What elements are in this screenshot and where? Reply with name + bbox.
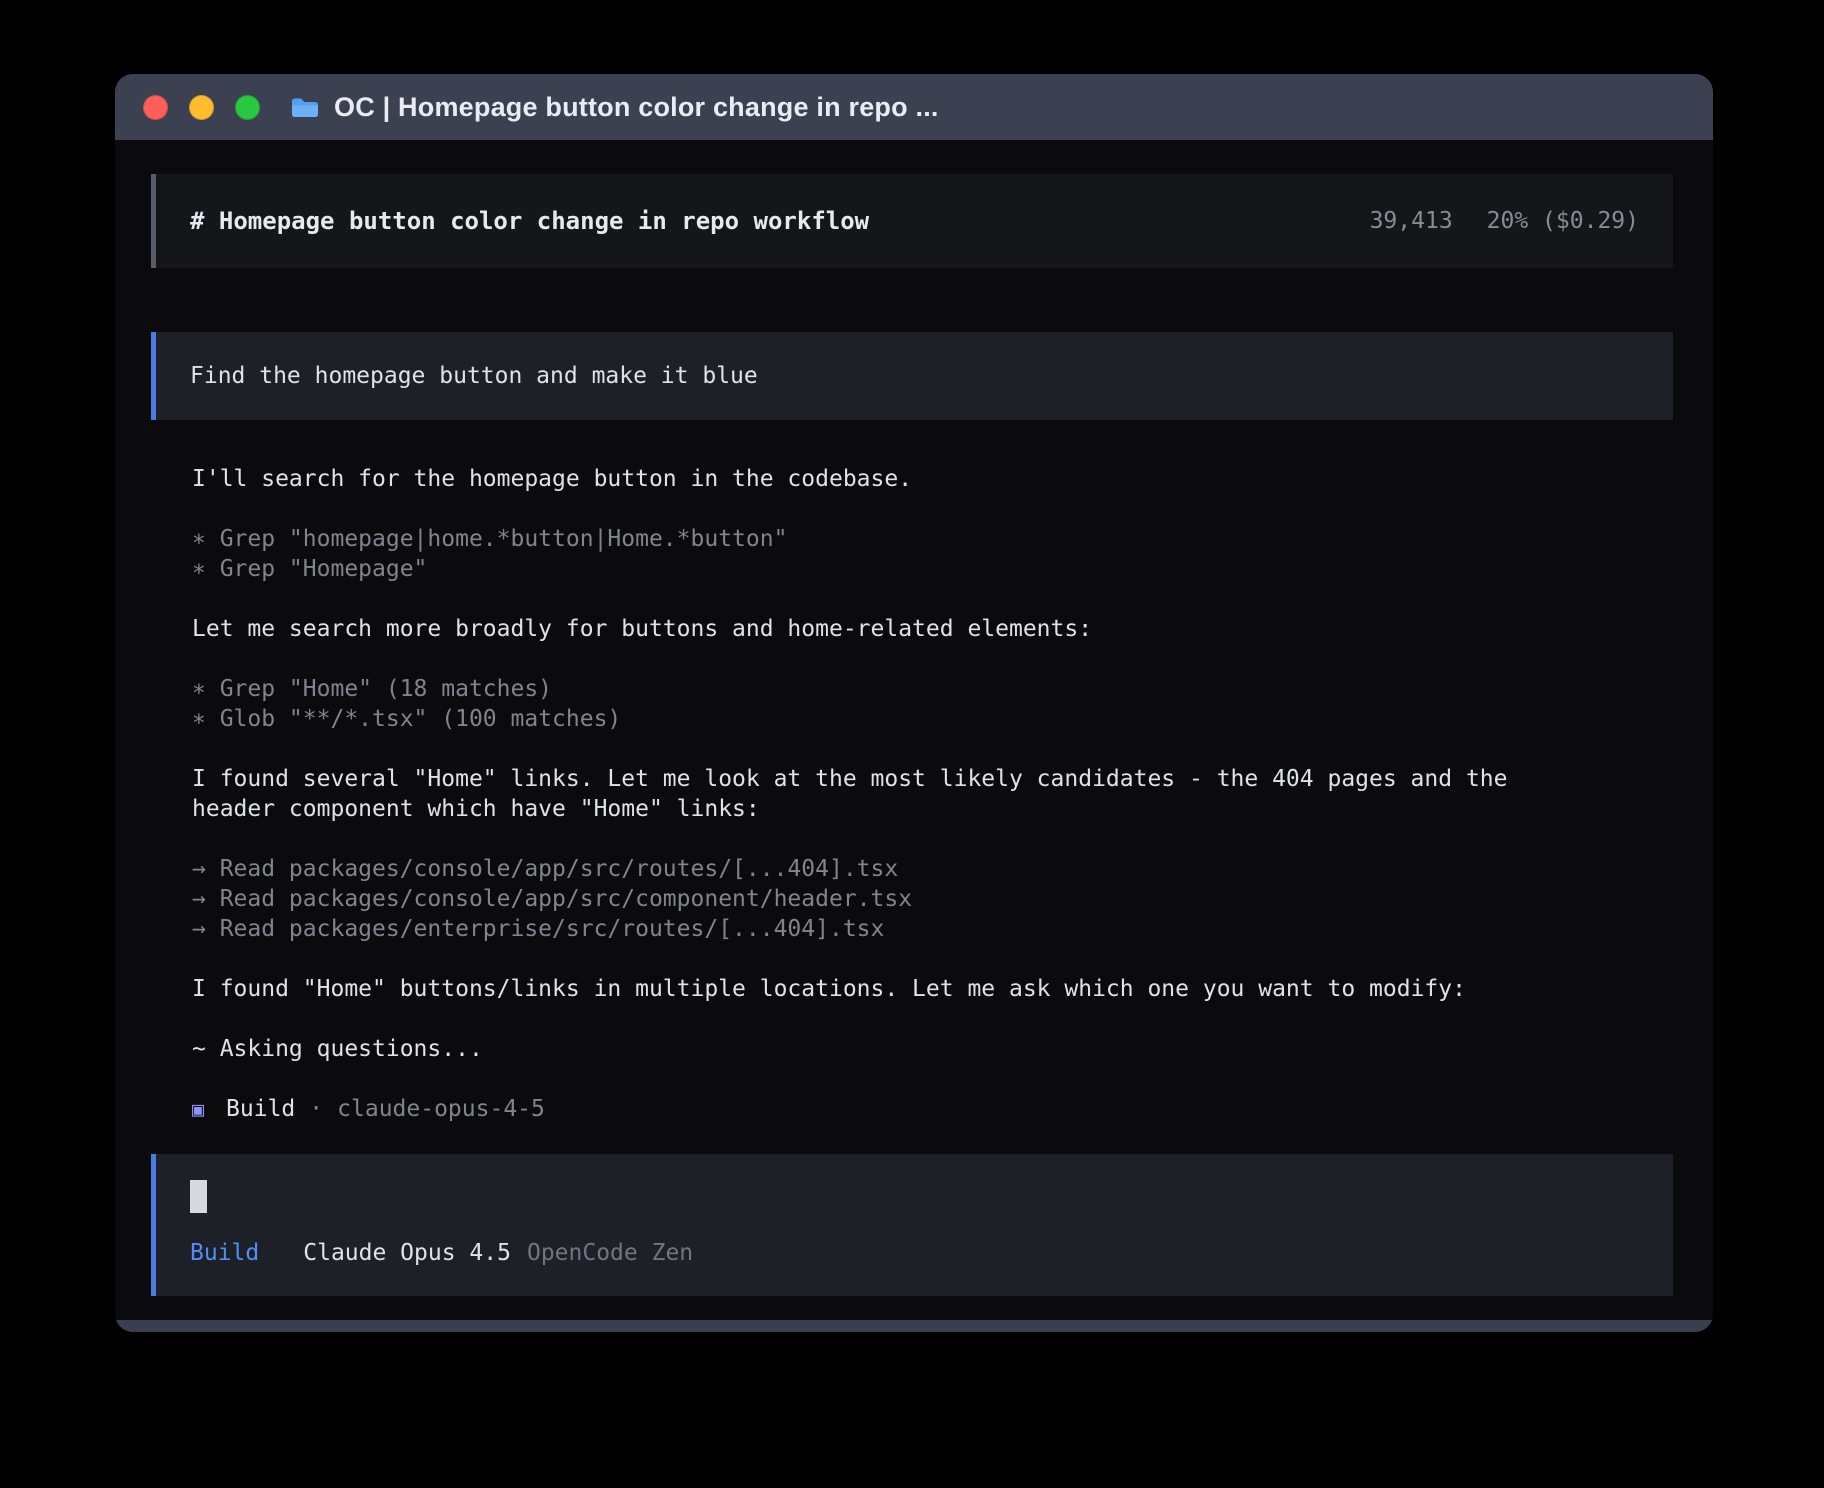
session-title: # Homepage button color change in repo w… [190, 207, 869, 235]
tool-call-grep: ∗ Grep "Home" (18 matches) [192, 674, 1597, 704]
assistant-text: Let me search more broadly for buttons a… [192, 614, 1597, 644]
prompt-input[interactable]: Build Claude Opus 4.5 OpenCode Zen [151, 1154, 1673, 1296]
input-model-label[interactable]: Claude Opus 4.5 [303, 1240, 511, 1266]
user-message-text: Find the homepage button and make it blu… [190, 363, 758, 389]
agent-name: Build [226, 1094, 295, 1124]
window-title: OC | Homepage button color change in rep… [334, 92, 939, 123]
tool-call-read: → Read packages/enterprise/src/routes/[.… [192, 914, 1597, 944]
minimize-button[interactable] [189, 95, 214, 120]
titlebar[interactable]: OC | Homepage button color change in rep… [115, 74, 1713, 140]
close-button[interactable] [143, 95, 168, 120]
tool-call-grep: ∗ Grep "homepage|home.*button|Home.*butt… [192, 524, 1597, 554]
folder-icon [290, 95, 320, 120]
agent-square-icon: ▣ [192, 1094, 204, 1124]
input-agent-label[interactable]: Build [190, 1240, 259, 1266]
token-count: 39,413 [1370, 208, 1453, 234]
zoom-button[interactable] [235, 95, 260, 120]
text-cursor [190, 1180, 207, 1213]
tool-call-grep: ∗ Grep "Homepage" [192, 554, 1597, 584]
assistant-transcript: I'll search for the homepage button in t… [192, 464, 1597, 1064]
agent-status-line: ▣ Build · claude-opus-4-5 [192, 1094, 1673, 1124]
tool-call-glob: ∗ Glob "**/*.tsx" (100 matches) [192, 704, 1597, 734]
tool-call-read: → Read packages/console/app/src/routes/[… [192, 854, 1597, 884]
agent-model: claude-opus-4-5 [337, 1094, 545, 1124]
tool-call-read: → Read packages/console/app/src/componen… [192, 884, 1597, 914]
session-header: # Homepage button color change in repo w… [151, 174, 1673, 268]
assistant-text: I found "Home" buttons/links in multiple… [192, 974, 1597, 1004]
context-usage-cost: 20% ($0.29) [1487, 208, 1639, 234]
input-provider-label: OpenCode Zen [527, 1240, 693, 1266]
user-message: Find the homepage button and make it blu… [151, 332, 1673, 420]
assistant-status-text: ~ Asking questions... [192, 1034, 1597, 1064]
window-bottom-edge [115, 1320, 1713, 1332]
terminal-content: # Homepage button color change in repo w… [115, 140, 1713, 1332]
traffic-lights [143, 95, 260, 120]
session-meta: 39,413 20% ($0.29) [1370, 208, 1639, 234]
assistant-text: I'll search for the homepage button in t… [192, 464, 1597, 494]
terminal-window: OC | Homepage button color change in rep… [115, 74, 1713, 1332]
assistant-text: I found several "Home" links. Let me loo… [192, 764, 1597, 824]
input-meta: Build Claude Opus 4.5 OpenCode Zen [190, 1238, 1639, 1268]
agent-separator: · [309, 1094, 323, 1124]
